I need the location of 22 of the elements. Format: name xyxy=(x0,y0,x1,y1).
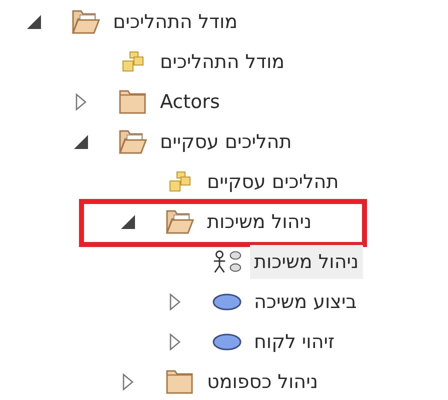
ellipse-icon xyxy=(212,293,242,311)
tree-item[interactable]: ניהול משיכות xyxy=(250,245,363,279)
collapse-arrow-icon[interactable] xyxy=(72,133,90,151)
expand-arrow-icon[interactable] xyxy=(122,373,134,391)
package-icon xyxy=(168,170,192,194)
tree-item[interactable]: ביצוע משיכה xyxy=(250,285,361,319)
tree-item[interactable]: מודל התהליכים xyxy=(109,5,242,39)
expand-arrow-icon[interactable] xyxy=(169,333,181,351)
tree-item[interactable]: ניהול כספומט xyxy=(203,365,322,399)
expand-arrow-icon[interactable] xyxy=(75,93,87,111)
collapse-arrow-icon[interactable] xyxy=(25,13,43,31)
package-icon xyxy=(121,50,145,74)
tree-item[interactable]: תהליכים עסקיים xyxy=(203,165,343,199)
tree-item[interactable]: תהליכים עסקיים xyxy=(156,125,296,159)
tree-item[interactable]: זיהוי לקוח xyxy=(250,325,339,359)
tree-item[interactable]: Actors xyxy=(156,85,224,119)
tree-item[interactable]: מודל התהליכים xyxy=(156,45,289,79)
ellipse-icon xyxy=(212,333,242,351)
expand-arrow-icon[interactable] xyxy=(169,293,181,311)
actor-usecase-icon xyxy=(212,249,242,275)
tree-item[interactable]: ניהול משיכות xyxy=(203,205,316,239)
collapse-arrow-icon[interactable] xyxy=(119,213,137,231)
